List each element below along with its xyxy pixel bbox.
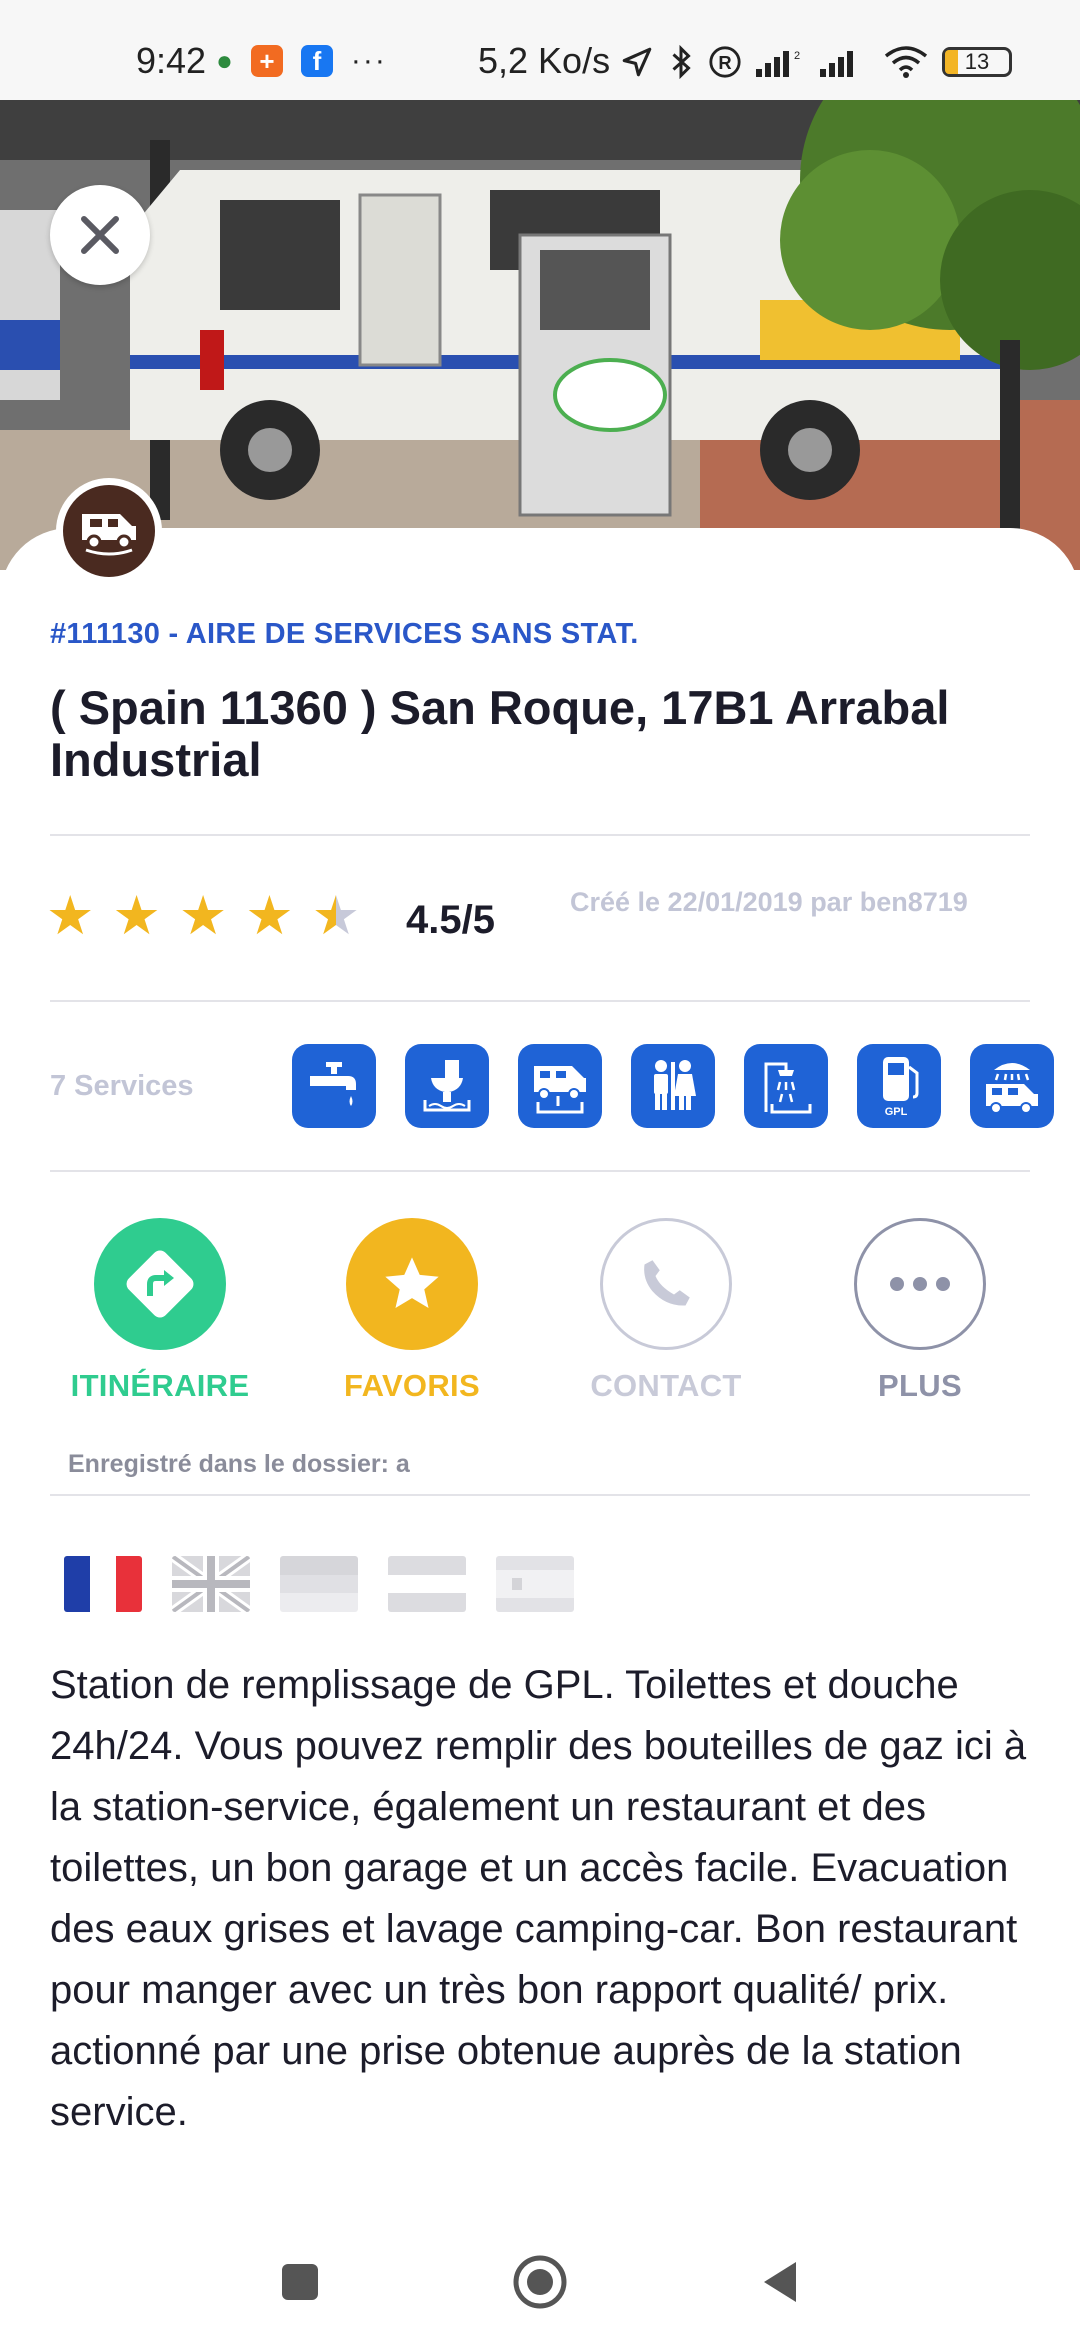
signal-icon: 2 [756, 50, 800, 77]
star-full-icon: ★ [46, 886, 95, 946]
star-icon [385, 1257, 439, 1308]
motorhome-wash-icon [986, 1063, 1038, 1114]
service-black-water[interactable] [405, 1044, 489, 1128]
svg-text:R: R [718, 52, 731, 73]
star-full-icon: ★ [112, 886, 161, 946]
signal-icon-2 [820, 51, 853, 77]
divider [50, 1170, 1030, 1172]
recents-button[interactable] [270, 2252, 330, 2312]
toilets-icon [654, 1060, 696, 1110]
registered-icon: R [709, 46, 741, 78]
status-bar: 9:42 ● + f ··· 5,2 Ko/s R 2 13 [0, 0, 1080, 100]
directions-icon [126, 1250, 194, 1318]
notification-icons: ● + f ··· [216, 44, 387, 78]
star-half-icon: ★ [311, 886, 361, 946]
status-time: 9:42 [136, 40, 207, 81]
flag-fr-icon[interactable] [64, 1556, 142, 1612]
service-toilets[interactable] [631, 1044, 715, 1128]
facebook-icon: f [300, 45, 333, 77]
svg-text:2: 2 [794, 50, 800, 62]
bluetooth-icon [672, 44, 691, 80]
divider [50, 834, 1030, 836]
place-photo [0, 100, 1080, 570]
grey-water-drain-icon [534, 1066, 586, 1114]
created-info[interactable]: Créé le 22/01/2019 par ben8719 [570, 886, 990, 918]
itinerary-circle [94, 1218, 226, 1350]
phone-icon [644, 1260, 690, 1306]
close-button[interactable] [50, 185, 150, 285]
flag-nl-icon[interactable] [388, 1556, 466, 1612]
more-button[interactable]: PLUS [820, 1218, 1020, 1404]
lpg-label: GPL [885, 1106, 908, 1118]
app-notification-icon: + [250, 45, 283, 77]
network-speed: 5,2 Ko/s [478, 40, 611, 81]
square-icon [282, 2264, 318, 2300]
place-reference: #111130 - AIRE DE SERVICES SANS STAT. [50, 618, 639, 650]
home-circle-icon [513, 2255, 567, 2309]
shower-icon [764, 1062, 812, 1114]
system-navigation-bar [0, 2220, 1080, 2340]
contact-button[interactable]: CONTACT [566, 1218, 766, 1404]
itinerary-label: ITINÉRAIRE [70, 1368, 250, 1403]
flag-de-icon[interactable] [280, 1556, 358, 1612]
service-grey-water[interactable] [518, 1044, 602, 1128]
service-shower[interactable] [744, 1044, 828, 1128]
service-motorhome-wash[interactable] [970, 1044, 1054, 1128]
place-photo-carousel[interactable] [0, 100, 1080, 570]
services-list[interactable]: GPL [292, 1044, 1054, 1128]
itinerary-button[interactable]: ITINÉRAIRE [60, 1218, 260, 1404]
language-selector [64, 1556, 574, 1612]
star-full-icon: ★ [178, 886, 228, 946]
star-full-icon: ★ [245, 886, 294, 946]
action-bar: ITINÉRAIRE FAVORIS CONTACT PLUS [0, 1218, 1080, 1418]
location-person-icon: ● [216, 45, 233, 76]
more-notifications-icon: ··· [350, 44, 387, 77]
services-count: 7 Services [50, 1070, 194, 1102]
home-button[interactable] [510, 2252, 570, 2312]
favorites-button[interactable]: FAVORIS [312, 1218, 512, 1404]
saved-folder-info[interactable]: Enregistré dans le dossier: a [68, 1450, 410, 1479]
service-water-tap[interactable] [292, 1044, 376, 1128]
contact-circle [600, 1218, 732, 1350]
flag-es-icon[interactable] [496, 1556, 574, 1612]
black-water-dump-icon [423, 1060, 471, 1112]
category-avatar [56, 478, 162, 584]
close-icon [81, 216, 119, 254]
system-icons: R 2 13 [620, 44, 1012, 80]
place-description: Station de remplissage de GPL. Toilettes… [50, 1663, 1027, 2134]
service-lpg[interactable]: GPL [857, 1044, 941, 1128]
motorhome-service-area-icon [82, 514, 136, 556]
battery-icon: 13 [942, 47, 1012, 77]
favorites-circle [346, 1218, 478, 1350]
more-label: PLUS [878, 1368, 962, 1403]
lpg-pump-icon: GPL [883, 1057, 919, 1118]
battery-level: 13 [964, 49, 990, 74]
flag-uk-icon[interactable] [172, 1556, 250, 1612]
divider [50, 1000, 1030, 1002]
rating-value: 4.5/5 [406, 898, 495, 942]
water-tap-icon [310, 1062, 356, 1106]
more-dots-icon [890, 1277, 950, 1291]
location-arrow-icon [622, 47, 652, 77]
wifi-icon [884, 46, 928, 78]
back-button[interactable] [750, 2252, 810, 2312]
rating-stars[interactable]: ★ ★ ★ ★ ★ [46, 888, 360, 944]
place-title: ( Spain 11360 ) San Roque, 17B1 Arrabal … [50, 681, 950, 786]
favorites-label: FAVORIS [344, 1368, 480, 1403]
contact-label: CONTACT [590, 1368, 742, 1403]
more-circle [854, 1218, 986, 1350]
back-triangle-icon [764, 2262, 796, 2302]
divider [50, 1494, 1030, 1496]
